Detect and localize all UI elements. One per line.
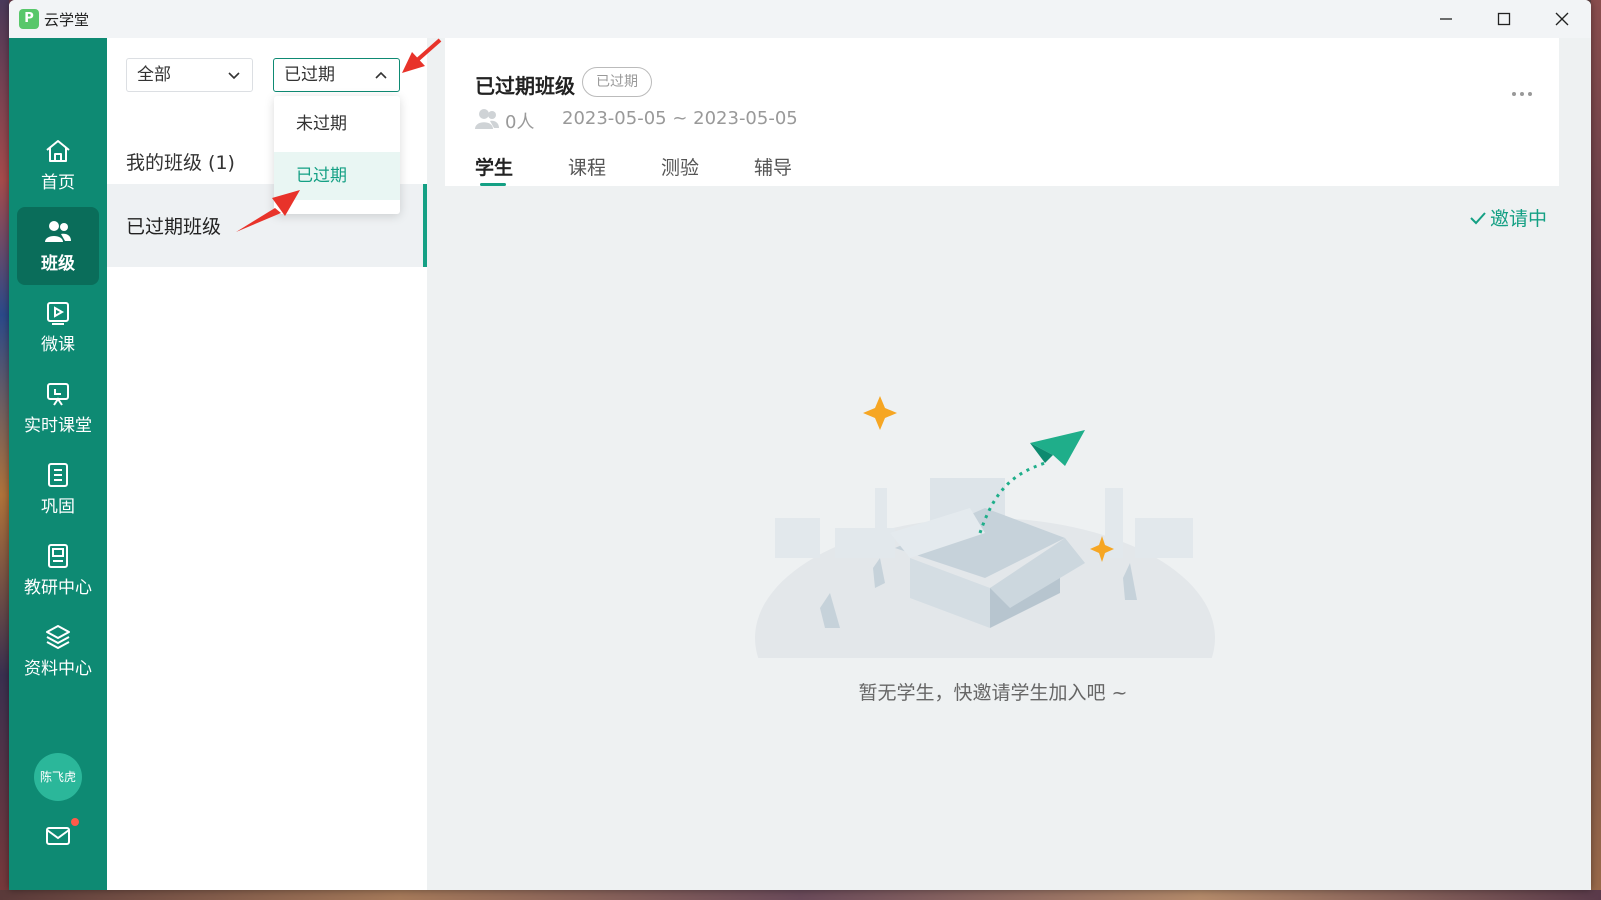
nav-item-resource-center[interactable]: 资料中心	[17, 612, 99, 690]
minimize-button[interactable]	[1417, 0, 1475, 38]
left-nav: 首页 班级 微课 实时课堂 巩固 教研中心 资料中心 陈飞虎	[9, 38, 107, 890]
nav-item-consolidate[interactable]: 巩固	[17, 450, 99, 528]
nav-label: 微课	[41, 334, 75, 355]
book-icon	[48, 543, 68, 568]
dropdown-option-expired[interactable]: 已过期	[274, 152, 400, 200]
filter-status-select[interactable]: 已过期	[273, 58, 400, 92]
notebook-icon	[48, 462, 68, 487]
empty-state-illustration	[755, 396, 1215, 658]
nav-item-home[interactable]: 首页	[17, 126, 99, 204]
close-icon	[1555, 12, 1569, 26]
presentation-icon	[47, 382, 69, 406]
mail-button[interactable]	[45, 823, 71, 849]
tab-quizzes[interactable]: 测验	[661, 153, 699, 180]
chevron-up-icon	[375, 71, 387, 79]
desktop-background-bottom	[0, 890, 1601, 900]
invite-status-button[interactable]: 邀请中	[1470, 204, 1547, 231]
class-header: 已过期班级 已过期 0人 2023-05-05 ~ 2023-05-05 学生 …	[445, 38, 1559, 186]
class-list-item-name: 已过期班级	[126, 216, 222, 238]
tab-tutoring[interactable]: 辅导	[754, 153, 792, 180]
nav-label: 实时课堂	[24, 415, 92, 436]
mail-icon	[46, 827, 70, 845]
more-icon	[1512, 92, 1532, 96]
nav-item-live-class[interactable]: 实时课堂	[17, 369, 99, 447]
check-icon	[1470, 212, 1486, 225]
empty-state-message: 暂无学生，快邀请学生加入吧 ~	[858, 682, 1128, 704]
home-icon	[46, 139, 70, 162]
active-tab-indicator	[480, 183, 506, 186]
title-bar: P 云学堂	[9, 0, 1591, 38]
minimize-icon	[1440, 18, 1452, 20]
maximize-button[interactable]	[1475, 0, 1533, 38]
close-button[interactable]	[1533, 0, 1591, 38]
dropdown-option-not-expired[interactable]: 未过期	[274, 100, 400, 148]
users-icon	[45, 220, 71, 242]
nav-label: 资料中心	[24, 658, 92, 679]
nav-label: 班级	[41, 253, 75, 274]
status-badge: 已过期	[582, 67, 652, 97]
app-window: P 云学堂 首页 班级 微课 实时课堂 巩固 教研中心 资料中心 陈飞虎 全部 …	[9, 0, 1591, 890]
people-icon	[475, 109, 499, 129]
filter-status-value: 已过期	[284, 65, 335, 85]
nav-label: 首页	[41, 172, 75, 193]
desktop-background-right	[1591, 0, 1601, 900]
desktop-background-left	[0, 0, 9, 900]
status-dropdown-menu: 未过期 已过期	[274, 96, 400, 214]
nav-label: 巩固	[41, 496, 75, 517]
my-classes-heading: 我的班级 (1)	[126, 152, 235, 174]
filter-all-select[interactable]: 全部	[126, 58, 253, 92]
nav-item-class[interactable]: 班级	[17, 207, 99, 285]
app-title: 云学堂	[44, 11, 90, 29]
class-title: 已过期班级	[475, 74, 575, 98]
date-range: 2023-05-05 ~ 2023-05-05	[562, 108, 798, 129]
layers-icon	[46, 624, 70, 649]
more-options-button[interactable]	[1511, 78, 1533, 103]
user-avatar[interactable]: 陈飞虎	[34, 753, 82, 801]
maximize-icon	[1497, 12, 1511, 26]
people-count: 0人	[505, 112, 535, 133]
invite-status-label: 邀请中	[1489, 208, 1547, 230]
app-logo-icon: P	[19, 9, 39, 29]
nav-label: 教研中心	[24, 577, 92, 598]
video-icon	[47, 301, 69, 325]
tab-students[interactable]: 学生	[475, 153, 513, 180]
class-list-panel: 全部 已过期 未过期 已过期 我的班级 (1) 已过期班级	[107, 38, 427, 890]
main-content: 已过期班级 已过期 0人 2023-05-05 ~ 2023-05-05 学生 …	[427, 38, 1591, 890]
nav-item-research-center[interactable]: 教研中心	[17, 531, 99, 609]
chevron-down-icon	[228, 72, 240, 80]
notification-dot	[71, 818, 79, 826]
nav-item-microcourse[interactable]: 微课	[17, 288, 99, 366]
filter-all-value: 全部	[137, 65, 171, 85]
tab-courses[interactable]: 课程	[568, 153, 606, 180]
